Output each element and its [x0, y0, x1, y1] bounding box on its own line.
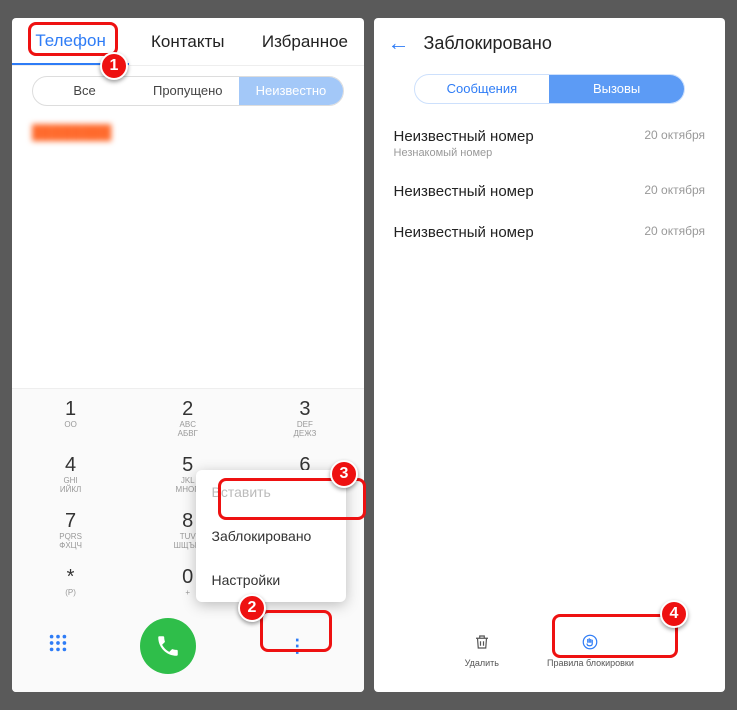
delete-button[interactable]: Удалить — [451, 627, 513, 674]
badge-3: 3 — [330, 460, 358, 488]
more-button[interactable]: ⋮ — [266, 628, 328, 665]
tab-contacts[interactable]: Контакты — [129, 20, 246, 64]
call-button[interactable] — [140, 618, 196, 674]
blocked-row[interactable]: Неизвестный номерНезнакомый номер20 октя… — [374, 116, 726, 171]
context-menu: Вставить Заблокировано Настройки — [196, 470, 346, 602]
top-tabs: Телефон Контакты Избранное — [12, 18, 364, 66]
tab-favorites[interactable]: Избранное — [246, 20, 363, 64]
blocked-row[interactable]: Неизвестный номер20 октября — [374, 212, 726, 253]
key-4[interactable]: 4GHIИЙКЛ — [12, 445, 129, 501]
key-3[interactable]: 3DEFДЕЖЗ — [246, 389, 363, 445]
hand-icon — [547, 633, 634, 656]
menu-blocked[interactable]: Заблокировано — [196, 514, 346, 558]
blocked-row[interactable]: Неизвестный номер20 октября — [374, 171, 726, 212]
type-segment-wrap: Сообщения Вызовы — [374, 68, 726, 116]
key-2[interactable]: 2ABCАБВГ — [129, 389, 246, 445]
trash-icon — [465, 633, 499, 656]
seg-messages[interactable]: Сообщения — [415, 75, 550, 103]
seg-missed[interactable]: Пропущено — [136, 77, 239, 105]
seg-unknown[interactable]: Неизвестно — [239, 77, 342, 105]
back-button[interactable]: ← — [388, 30, 410, 56]
phone-right: ← Заблокировано Сообщения Вызовы Неизвес… — [374, 18, 726, 692]
menu-paste: Вставить — [196, 470, 346, 514]
rules-label: Правила блокировки — [547, 658, 634, 668]
call-list: ████████ — [12, 116, 364, 388]
key-7[interactable]: 7PQRSФХЦЧ — [12, 501, 129, 557]
type-segment: Сообщения Вызовы — [414, 74, 686, 104]
seg-calls[interactable]: Вызовы — [549, 75, 684, 103]
filter-segment: Все Пропущено Неизвестно — [32, 76, 344, 106]
dialpad-icon[interactable] — [47, 632, 69, 660]
phone-left: Телефон Контакты Избранное Все Пропущено… — [12, 18, 364, 692]
header: ← Заблокировано — [374, 18, 726, 68]
badge-1: 1 — [100, 52, 128, 80]
menu-settings[interactable]: Настройки — [196, 558, 346, 602]
key-1[interactable]: 1ОО — [12, 389, 129, 445]
seg-all[interactable]: Все — [33, 77, 136, 105]
delete-label: Удалить — [465, 658, 499, 668]
badge-2: 2 — [238, 594, 266, 622]
badge-4: 4 — [660, 600, 688, 628]
filter-segment-wrap: Все Пропущено Неизвестно — [12, 66, 364, 116]
bottom-bar: ⋮ — [12, 604, 364, 692]
key-*[interactable]: *(P) — [12, 557, 129, 604]
blocked-list: Неизвестный номерНезнакомый номер20 октя… — [374, 116, 726, 611]
page-title: Заблокировано — [424, 33, 552, 54]
call-entry-blurred: ████████ — [32, 116, 344, 148]
rules-button[interactable]: Правила блокировки — [533, 627, 648, 674]
